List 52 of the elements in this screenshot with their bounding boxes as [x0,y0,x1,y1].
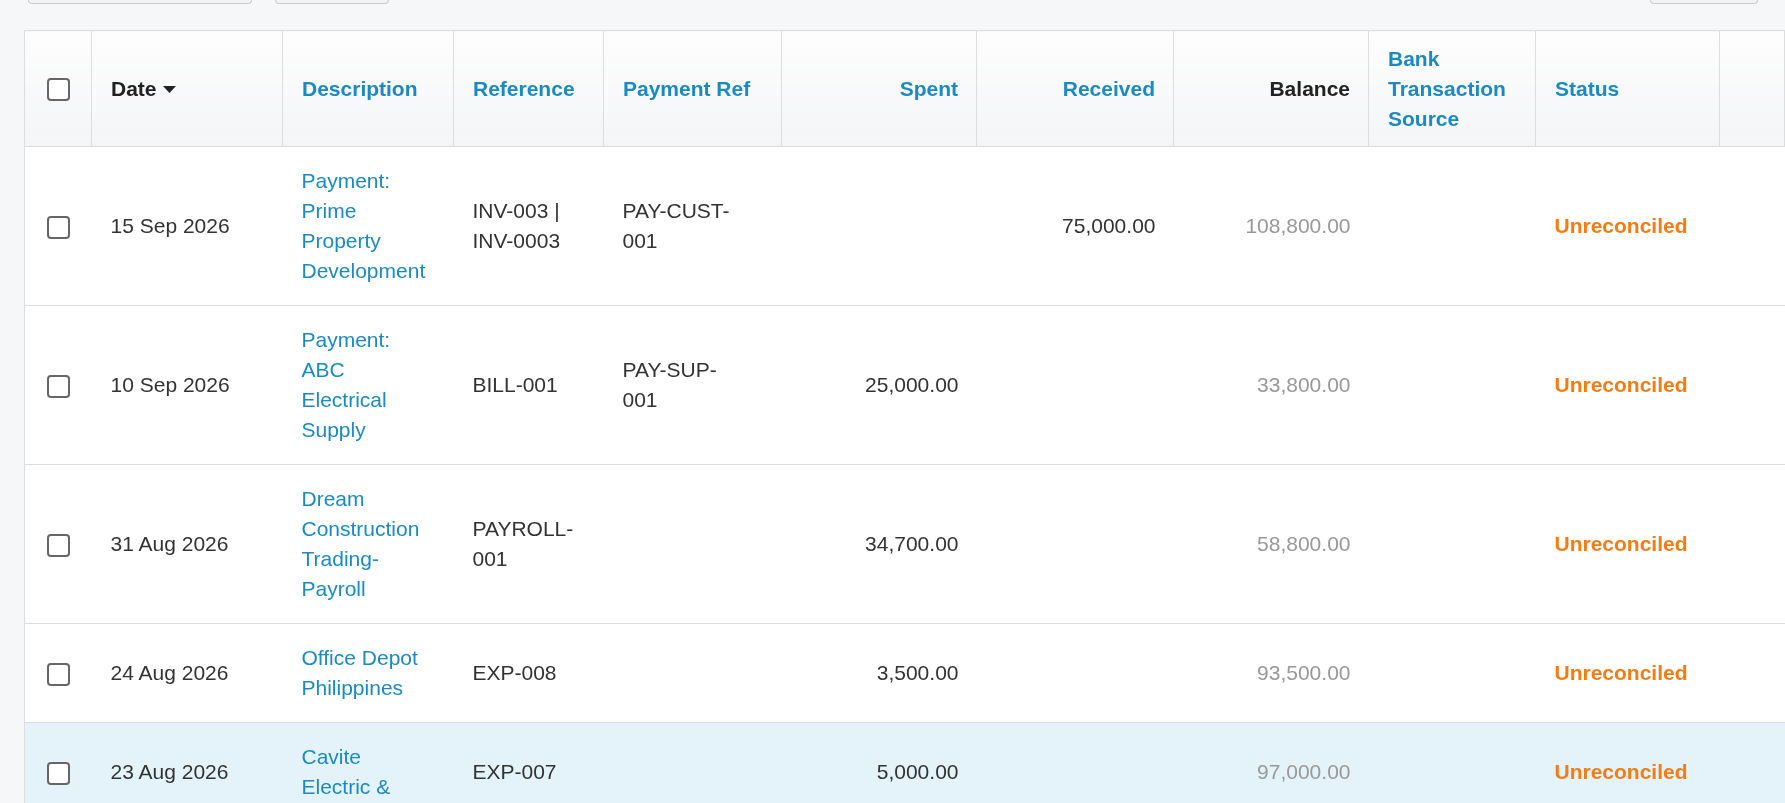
table-row[interactable]: 24 Aug 2026 Office Depot Philippines EXP-008 3,500.00 93,500.00 Unreconciled [24,623,1785,723]
description-link[interactable]: Office Depot Philippines [301,643,420,703]
column-header[interactable]: Payment Ref [623,73,751,104]
table-cell: 23 Aug 2026 [110,760,229,783]
description-link[interactable]: Payment: Prime Property Development [301,166,426,286]
status-label: Unreconciled [1554,373,1688,396]
table-cell: INV-003 | INV-0003 [472,199,561,252]
table-cell: 15 Sep 2026 [110,214,230,237]
table-cell: PAY-CUST-001 [622,199,730,252]
table-cell: 24 Aug 2026 [110,661,229,684]
table-cell: 58,800.00 [1257,532,1351,555]
column-header[interactable]: Reference [473,73,575,104]
table-cell: 3,500.00 [876,661,959,684]
status-label: Unreconciled [1554,214,1688,237]
description-link[interactable]: Dream Construction Trading-Payroll [301,484,420,604]
table-cell: 25,000.00 [865,373,959,396]
column-header[interactable]: Spent [899,73,958,104]
table-cell: 31 Aug 2026 [110,532,229,555]
column-header[interactable]: Received [1062,73,1155,104]
status-label: Unreconciled [1554,661,1688,684]
description-link[interactable]: Payment: ABC Electrical Supply [301,325,420,445]
column-header[interactable]: Status [1555,73,1620,104]
row-checkbox[interactable] [46,374,70,398]
table-cell: 93,500.00 [1257,661,1351,684]
table-cell: EXP-008 [472,661,557,684]
table-cell: 10 Sep 2026 [110,373,230,396]
table-cell: 34,700.00 [865,532,959,555]
column-header[interactable]: Description [302,73,418,104]
table-row[interactable]: 10 Sep 2026 Payment: ABC Electrical Supply BILL-001 PAY-SUP-001 25,000.00 33,800.00 Unreconciled [24,305,1785,465]
highlighted-row[interactable]: 23 Aug 2026 Cavite Electric & EXP-007 5,000.00 97,000.00 Unreconciled [24,722,1785,803]
table-cell: PAY-SUP-001 [622,358,717,411]
column-header: Balance [1269,75,1350,102]
table-cell: BILL-001 [472,373,558,396]
column-header[interactable]: Date [111,73,157,104]
status-label: Unreconciled [1554,760,1688,783]
column-header[interactable]: Bank Transaction Source [1388,43,1519,134]
table-row[interactable]: 31 Aug 2026 Dream Construction Trading-Payroll PAYROLL-001 34,700.00 58,800.00 Unreconciled [24,464,1785,624]
table-cell: 33,800.00 [1257,373,1351,396]
sort-caret-icon [162,86,176,94]
table-row[interactable]: 15 Sep 2026 Payment: Prime Property Development INV-003 | INV-0003 PAY-CUST-001 75,000.00 108,800.00 Unreconciled [24,146,1785,306]
table-cell: 108,800.00 [1245,214,1351,237]
status-label: Unreconciled [1554,532,1688,555]
table-cell: 5,000.00 [876,760,959,783]
select-all-checkbox[interactable] [46,78,70,102]
row-checkbox[interactable] [46,215,70,239]
row-checkbox[interactable] [46,761,70,785]
table-cell: PAYROLL-001 [472,517,574,570]
row-checkbox[interactable] [46,533,70,557]
table-cell: 75,000.00 [1062,214,1156,237]
table-cell: 97,000.00 [1257,760,1351,783]
row-checkbox[interactable] [46,662,70,686]
table-cell: EXP-007 [472,760,557,783]
